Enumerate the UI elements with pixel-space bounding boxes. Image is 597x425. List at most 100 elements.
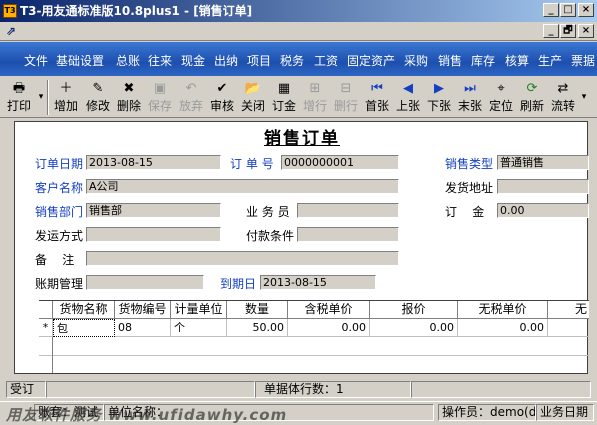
menu-inventory[interactable]: 库存 <box>471 52 495 69</box>
order-date-field[interactable]: 2013-08-15 <box>86 155 221 170</box>
add-row-icon: ⊞ <box>309 81 321 96</box>
minimize-button[interactable]: _ <box>543 3 559 17</box>
toolbar-button-prev[interactable]: ◀ 上张 <box>394 80 422 115</box>
account-period-field[interactable] <box>86 275 204 290</box>
salesman-field[interactable] <box>297 203 399 218</box>
toolbar-button-discard[interactable]: ↶ 放弃 <box>177 80 205 115</box>
deposit-icon: ▦ <box>277 81 291 96</box>
column-header[interactable]: 数量 <box>227 301 288 319</box>
table-cell[interactable] <box>548 319 589 337</box>
close-folder-icon: 📂 <box>244 81 262 96</box>
printer-icon: 🖶 <box>12 81 26 96</box>
menu-basic-settings[interactable]: 基础设置 <box>56 52 104 69</box>
column-header[interactable]: 报价 <box>370 301 458 319</box>
ship-method-field[interactable] <box>86 227 221 242</box>
delete-icon: ✖ <box>123 81 135 96</box>
print-dropdown-arrow[interactable]: ▾ <box>37 80 45 115</box>
order-date-label: 订单日期 <box>35 157 84 171</box>
document-state: 受订 <box>6 381 46 398</box>
ship-address-field[interactable] <box>497 179 589 194</box>
toolbar-button-edit[interactable]: ✎ 修改 <box>84 80 112 115</box>
toolbar-button-deposit[interactable]: ▦ 订金 <box>270 80 298 115</box>
due-date-field[interactable]: 2013-08-15 <box>260 275 376 290</box>
toolbar-button-add-row[interactable]: ⊞ 增行 <box>301 80 329 115</box>
menu-project[interactable]: 项目 <box>247 52 271 69</box>
close-button[interactable]: × <box>578 3 594 17</box>
mdi-bar: ⇗ _ 🗗 × <box>0 22 597 41</box>
toolbar-label: 刷新 <box>519 99 544 113</box>
mdi-restore-button[interactable]: 🗗 <box>560 24 576 38</box>
toolbar-label: 流转 <box>550 99 575 113</box>
vertical-scrollbar[interactable] <box>590 119 597 376</box>
toolbar-button-locate[interactable]: ⌖ 定位 <box>487 80 515 115</box>
salesman-label: 业 务 员 <box>246 205 290 219</box>
column-header[interactable]: 无税单价 <box>458 301 548 319</box>
ship-address-label: 发货地址 <box>445 181 494 195</box>
deposit-label: 订 金 <box>445 205 485 219</box>
table-cell[interactable]: 0.00 <box>370 319 458 337</box>
menu-accounting[interactable]: 核算 <box>505 52 529 69</box>
document-area: 销售订单 订单日期 2013-08-15 订 单 号 0000000001 销售… <box>0 119 597 376</box>
table-cell[interactable]: 0.00 <box>458 319 548 337</box>
remark-field[interactable] <box>86 251 399 266</box>
department-field[interactable]: 销售部 <box>86 203 221 218</box>
table-cell[interactable]: 个 <box>171 319 227 337</box>
toolbar-button-save[interactable]: ▣ 保存 <box>146 80 174 115</box>
maximize-button[interactable]: □ <box>560 3 576 17</box>
toolbar-button-delete[interactable]: ✖ 删除 <box>115 80 143 115</box>
mdi-close-button[interactable]: × <box>578 24 594 38</box>
toolbar-button-refresh[interactable]: ⟳ 刷新 <box>518 80 546 115</box>
menu-production[interactable]: 生产 <box>538 52 562 69</box>
toolbar-button-audit[interactable]: ✔ 审核 <box>208 80 236 115</box>
deposit-field[interactable]: 0.00 <box>497 203 589 218</box>
toolbar-label: 订金 <box>271 99 296 113</box>
toolbar-button-add[interactable]: ＋ 增加 <box>52 80 80 115</box>
menu-receivables[interactable]: 往来 <box>148 52 172 69</box>
add-icon: ＋ <box>59 81 73 96</box>
mdi-minimize-button[interactable]: _ <box>543 24 559 38</box>
toolbar-label: 删行 <box>333 99 358 113</box>
toolbar-separator <box>47 80 49 115</box>
column-header[interactable]: 含税单价 <box>288 301 370 319</box>
toolbar-button-last[interactable]: ⏭ 末张 <box>456 80 484 115</box>
order-no-field[interactable]: 0000000001 <box>281 155 399 170</box>
remark-label: 备 注 <box>35 253 75 267</box>
toolbar-button-next[interactable]: ▶ 下张 <box>425 80 453 115</box>
column-header[interactable]: 货物名称 <box>53 301 115 319</box>
toolbar-button-close[interactable]: 📂 关闭 <box>239 80 267 115</box>
toolbar-label: 首张 <box>364 99 389 113</box>
flow-dropdown-arrow[interactable]: ▾ <box>580 80 588 115</box>
toolbar-button-print[interactable]: 🖶 打印 <box>6 80 32 115</box>
operator-panel: 操作员：demo(de <box>438 404 536 421</box>
menu-fixed-assets[interactable]: 固定资产 <box>347 52 395 69</box>
toolbar-label: 保存 <box>147 99 172 113</box>
next-icon: ▶ <box>434 81 444 96</box>
toolbar-button-flow[interactable]: ⇄ 流转 <box>549 80 577 115</box>
menu-sales[interactable]: 销售 <box>438 52 462 69</box>
document-icon: ⇗ <box>6 24 17 38</box>
sales-type-field[interactable]: 普通销售 <box>497 155 589 170</box>
sales-order-form: 销售订单 订单日期 2013-08-15 订 单 号 0000000001 销售… <box>14 121 589 374</box>
customer-field[interactable]: A公司 <box>86 179 399 194</box>
column-header[interactable]: 货物编号 <box>115 301 171 319</box>
column-header[interactable]: 计量单位 <box>171 301 227 319</box>
toolbar-button-delete-row[interactable]: ⊟ 删行 <box>332 80 360 115</box>
menu-cashier[interactable]: 出纳 <box>214 52 238 69</box>
menu-purchase[interactable]: 采购 <box>404 52 428 69</box>
menu-file[interactable]: 文件 <box>24 52 48 69</box>
payment-terms-field[interactable] <box>297 227 399 242</box>
menu-payroll[interactable]: 工资 <box>314 52 338 69</box>
menu-tax[interactable]: 税务 <box>280 52 304 69</box>
table-cell[interactable]: 08 <box>115 319 171 337</box>
column-header[interactable]: 无 <box>548 301 589 319</box>
toolbar-button-first[interactable]: ⏮ 首张 <box>363 80 391 115</box>
menu-cash[interactable]: 现金 <box>181 52 205 69</box>
audit-icon: ✔ <box>216 81 228 96</box>
detail-grid: 货物名称 货物编号 计量单位 数量 含税单价 报价 无税单价 无 * 包 08 … <box>39 300 589 373</box>
menu-general-ledger[interactable]: 总账 <box>116 52 140 69</box>
table-cell[interactable]: 50.00 <box>227 319 288 337</box>
table-cell[interactable]: 0.00 <box>288 319 370 337</box>
menu-bills[interactable]: 票据 <box>571 52 595 69</box>
table-cell[interactable]: 包 <box>53 319 115 337</box>
app-icon: T3 <box>3 4 17 18</box>
